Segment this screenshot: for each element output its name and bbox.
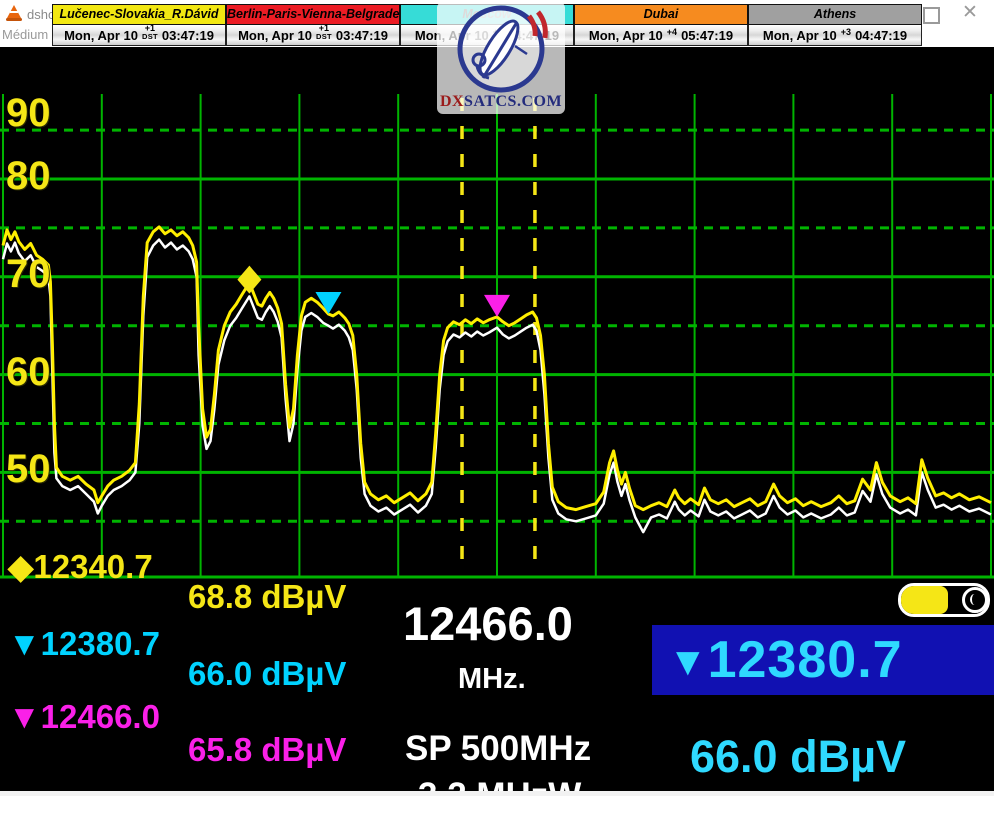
marker-frequency-readout-3: ▼12466.0 [8, 698, 160, 736]
clock-date: Mon, Apr 10 [763, 28, 837, 43]
clock-time: 04:47:19 [855, 28, 907, 43]
marker-1-diamond-icon [237, 266, 261, 294]
clock-panel-5[interactable]: Athens Mon, Apr 10 +3 04:47:19 [748, 4, 922, 47]
marker-3-triangle-down-icon [484, 295, 510, 317]
close-icon: ✕ [962, 2, 978, 23]
y-axis-label-70: 70 [6, 254, 84, 294]
maximize-button[interactable] [923, 7, 940, 24]
clock-city: Lučenec-Slovakia_R.Dávid [52, 4, 226, 25]
clock-dst-label: DST [142, 33, 158, 41]
marker-symbol-icon: ▼ [8, 625, 41, 662]
clock-city: Berlin-Paris-Vienna-Belgrade [226, 4, 400, 25]
marker-symbol-icon: ◆ [8, 548, 33, 585]
marker-symbol-icon: ▼ [8, 698, 41, 735]
active-marker-box: ▼ 12380.7 [652, 625, 994, 695]
marker-level-readout-1: 68.8 dBµV [188, 578, 346, 616]
dxsatcs-logo: DXSATCS.COM [437, 2, 565, 114]
clock-panel-4[interactable]: Dubai Mon, Apr 10 +4 05:47:19 [574, 4, 748, 47]
clock-time: 05:47:19 [681, 28, 733, 43]
marker-frequency: 12340.7 [33, 548, 152, 585]
clock-time: 03:47:19 [162, 28, 214, 43]
clock-panel-1[interactable]: Lučenec-Slovakia_R.DávidMon, Apr 10+1DST… [52, 4, 226, 47]
frequency-unit: MHz. [458, 663, 526, 696]
clock-panel-2[interactable]: Berlin-Paris-Vienna-BelgradeMon, Apr 10+… [226, 4, 400, 47]
active-marker-frequency: 12380.7 [708, 630, 903, 690]
marker-frequency-readout-2: ▼12380.7 [8, 625, 160, 663]
clock-utc-offset: +3 [841, 28, 851, 37]
media-label: Médium [2, 27, 48, 42]
marker-level-readout-3: 65.8 dBµV [188, 731, 346, 769]
active-marker-level: 66.0 dBµV [690, 731, 906, 783]
clock-date: Mon, Apr 10 [589, 28, 663, 43]
clock-time-row: Mon, Apr 10 +3 04:47:19 [748, 25, 922, 46]
clock-time-row: Mon, Apr 10+1DST03:47:19 [52, 25, 226, 46]
clock-time: 03:47:19 [336, 28, 388, 43]
spectrum-grid [0, 94, 994, 577]
battery-icon [898, 583, 990, 617]
clock-time-row: Mon, Apr 10 +4 05:47:19 [574, 25, 748, 46]
y-axis-label-80: 80 [6, 156, 84, 196]
clock-time-row: Mon, Apr 10+1DST03:47:19 [226, 25, 400, 46]
clock-city: Dubai [574, 4, 748, 25]
spectrum-plot [0, 94, 994, 579]
marker-frequency: 12466.0 [41, 698, 160, 735]
battery-fill [901, 586, 948, 614]
y-axis-label-60: 60 [6, 352, 84, 392]
spectrum-analyzer-app: 9080706050 ◆12340.768.8 dBµV▼12380.766.0… [0, 47, 994, 791]
clock-date: Mon, Apr 10 [64, 28, 138, 43]
bandwidth-setting: 3.2 MHzW [418, 776, 581, 816]
y-axis-label-90: 90 [6, 93, 84, 133]
clock-city: Athens [748, 4, 922, 25]
y-axis-label-50: 50 [6, 449, 84, 489]
bottom-border [0, 791, 994, 796]
clock-dst-label: DST [316, 33, 332, 41]
logo-text: DXSATCS.COM [437, 93, 565, 111]
span-setting: SP 500MHz [405, 729, 591, 769]
clock-utc-offset: +4 [667, 28, 677, 37]
marker-level-readout-2: 66.0 dBµV [188, 655, 346, 693]
active-marker-symbol-icon: ▼ [668, 640, 708, 685]
battery-terminal-icon [962, 587, 988, 613]
marker-frequency: 12380.7 [41, 625, 160, 662]
vlc-cone-icon [6, 5, 22, 21]
clock-date: Mon, Apr 10 [238, 28, 312, 43]
close-button[interactable]: ✕ [959, 2, 981, 24]
center-frequency: 12466.0 [403, 596, 573, 651]
logo-emblem-icon [437, 2, 565, 94]
marker-frequency-readout-1: ◆12340.7 [8, 547, 153, 586]
